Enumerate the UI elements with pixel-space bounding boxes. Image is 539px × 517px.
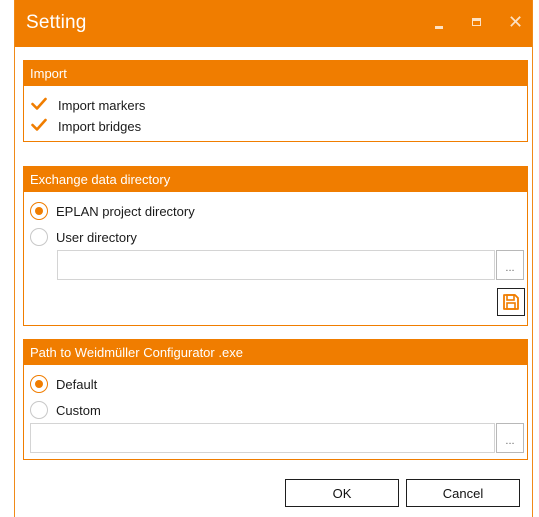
configurator-path-group: Path to Weidmüller Configurator .exe Def… [23, 339, 528, 460]
eplan-project-directory-radio[interactable]: EPLAN project directory [30, 201, 195, 221]
minimize-icon [435, 26, 443, 29]
settings-window: Setting ✕ Import Import markers Import b… [14, 0, 533, 517]
user-directory-browse-button[interactable]: ... [496, 250, 524, 280]
configurator-path-input[interactable] [30, 423, 495, 453]
default-label: Default [56, 376, 98, 392]
maximize-icon [472, 18, 481, 26]
close-icon: ✕ [508, 12, 524, 32]
import-group-header: Import [24, 61, 527, 86]
save-icon [503, 294, 519, 310]
radio-unselected-icon [30, 401, 48, 419]
user-directory-label: User directory [56, 229, 137, 245]
import-group: Import Import markers Import bridges [23, 60, 528, 142]
title-bar[interactable]: Setting ✕ [15, 0, 532, 47]
import-markers-label: Import markers [58, 97, 146, 113]
eplan-project-directory-label: EPLAN project directory [56, 203, 195, 219]
save-button[interactable] [497, 288, 525, 316]
user-directory-path-input[interactable] [57, 250, 495, 280]
close-button[interactable]: ✕ [502, 10, 528, 36]
import-bridges-label: Import bridges [58, 118, 142, 134]
radio-selected-icon [30, 375, 48, 393]
checkmark-icon [30, 95, 50, 115]
exchange-group-header: Exchange data directory [24, 167, 527, 192]
radio-unselected-icon [30, 228, 48, 246]
configurator-browse-button[interactable]: ... [496, 423, 524, 453]
custom-radio[interactable]: Custom [30, 400, 101, 420]
minimize-button[interactable] [426, 10, 452, 36]
maximize-button[interactable] [464, 10, 490, 36]
import-markers-checkbox[interactable]: Import markers [30, 95, 145, 115]
configurator-group-header: Path to Weidmüller Configurator .exe [24, 340, 527, 365]
cancel-button[interactable]: Cancel [406, 479, 520, 507]
default-radio[interactable]: Default [30, 374, 97, 394]
custom-label: Custom [56, 402, 101, 418]
ok-button[interactable]: OK [285, 479, 399, 507]
checkmark-icon [30, 116, 50, 136]
import-bridges-checkbox[interactable]: Import bridges [30, 116, 141, 136]
radio-selected-icon [30, 202, 48, 220]
exchange-data-directory-group: Exchange data directory EPLAN project di… [23, 166, 528, 326]
window-title: Setting [26, 12, 87, 33]
user-directory-radio[interactable]: User directory [30, 227, 137, 247]
